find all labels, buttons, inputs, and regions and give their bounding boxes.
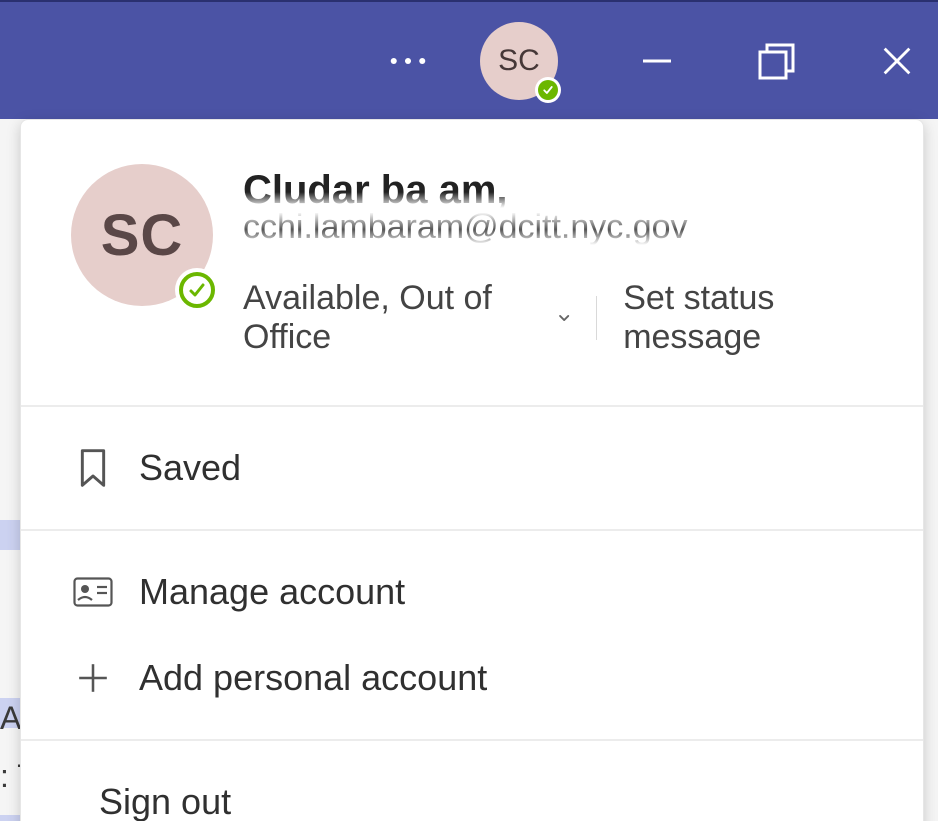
profile-avatar-button[interactable]: SC: [480, 22, 558, 100]
menu-label: Add personal account: [139, 657, 487, 699]
avatar-initials-large: SC: [101, 202, 184, 269]
window-controls: [634, 38, 920, 84]
more-button[interactable]: [382, 35, 434, 87]
presence-available-oof-icon: [175, 268, 219, 312]
profile-avatar-large: SC: [71, 164, 213, 306]
maximize-button[interactable]: [754, 38, 800, 84]
status-selector[interactable]: Available, Out of Office: [243, 279, 570, 357]
set-status-message-button[interactable]: Set status message: [623, 279, 887, 357]
bookmark-icon: [73, 448, 113, 488]
id-card-icon: [73, 572, 113, 612]
profile-menu: SC Cludar ba am, cchi.lambaram@dcitt.nyc…: [20, 119, 924, 821]
profile-name: Cludar ba am,: [243, 170, 887, 210]
plus-icon: [73, 658, 113, 698]
menu-label: Manage account: [139, 571, 405, 613]
menu-label: Sign out: [99, 781, 231, 821]
minimize-button[interactable]: [634, 38, 680, 84]
chevron-down-icon: [558, 311, 570, 325]
avatar-initials: SC: [498, 44, 540, 78]
sign-out-menu-item[interactable]: Sign out: [21, 759, 923, 821]
menu-label: Saved: [139, 447, 241, 489]
status-label: Available, Out of Office: [243, 279, 548, 357]
close-button[interactable]: [874, 38, 920, 84]
presence-available-icon: [535, 77, 561, 103]
profile-email: cchi.lambaram@dcitt.nyc.gov: [243, 208, 887, 247]
divider: [596, 296, 597, 340]
profile-header: SC Cludar ba am, cchi.lambaram@dcitt.nyc…: [21, 120, 923, 405]
add-personal-account-menu-item[interactable]: Add personal account: [21, 635, 923, 721]
saved-menu-item[interactable]: Saved: [21, 425, 923, 511]
titlebar: SC: [0, 0, 938, 119]
manage-account-menu-item[interactable]: Manage account: [21, 549, 923, 635]
